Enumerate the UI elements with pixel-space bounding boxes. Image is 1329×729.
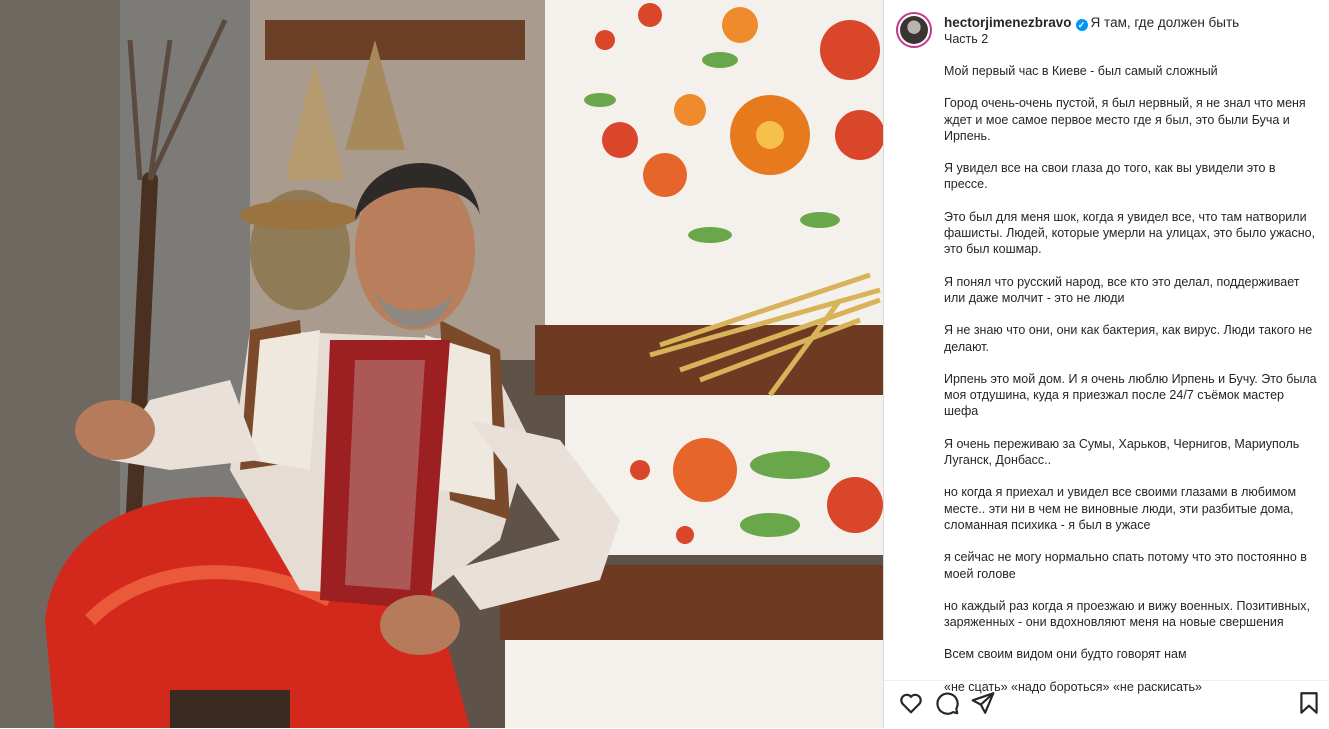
caption-paragraph: Мой первый час в Киеве - был самый сложн…: [944, 64, 1218, 78]
caption-paragraph: Я понял что русский народ, все кто это д…: [944, 274, 1300, 305]
post-header: hectorjimenezbravo ✓ Я там, где должен быт…: [896, 12, 1316, 52]
caption-paragraph: я сейчас не могу нормально спать потому …: [944, 550, 1307, 581]
verified-badge-icon: ✓: [1075, 19, 1088, 31]
avatar[interactable]: [896, 12, 932, 48]
caption-paragraph: но когда я приехал и увидел все своими г…: [944, 485, 1297, 532]
post-image: [0, 0, 883, 728]
caption-paragraph: Я очень переживаю за Сумы, Харьков, Черн…: [944, 436, 1300, 468]
caption-paragraph: Я не знаю что они, они как бактерия, как…: [944, 323, 1313, 354]
caption-paragraph: Город очень-очень пустой, я был нервный,…: [944, 96, 1306, 143]
bookmark-icon[interactable]: [1296, 690, 1322, 716]
heart-icon[interactable]: [898, 690, 924, 716]
caption-paragraph: Всем своим видом они будто говорят нам: [944, 647, 1187, 662]
caption-body: Мой первый час в Киеве - был самый сложн…: [944, 63, 1319, 711]
comment-icon[interactable]: [934, 690, 960, 716]
caption-title: Я там, где должен быть: [1090, 15, 1240, 30]
caption-subtitle: Часть 2: [944, 32, 989, 46]
caption-paragraph: Я увидел все на свои глаза до того, как …: [944, 161, 1276, 192]
share-icon[interactable]: [970, 690, 996, 716]
action-bar: [884, 680, 1329, 729]
caption-paragraph: Ирпень это мой дом. И я очень люблю Ирпе…: [944, 371, 1317, 419]
caption-paragraph: но каждый раз когда я проезжаю и вижу во…: [944, 598, 1311, 630]
username-link[interactable]: hectorjimenezbravo: [944, 15, 1072, 30]
caption-header: hectorjimenezbravo ✓ Я там, где должен быт…: [944, 15, 1239, 31]
caption-paragraph: Это был для меня шок, когда я увидел все…: [944, 209, 1316, 257]
instagram-post: hectorjimenezbravo ✓ Я там, где должен быт…: [0, 0, 1329, 728]
post-photo[interactable]: [0, 0, 883, 728]
post-sidebar: hectorjimenezbravo ✓ Я там, где должен быт…: [883, 0, 1329, 728]
